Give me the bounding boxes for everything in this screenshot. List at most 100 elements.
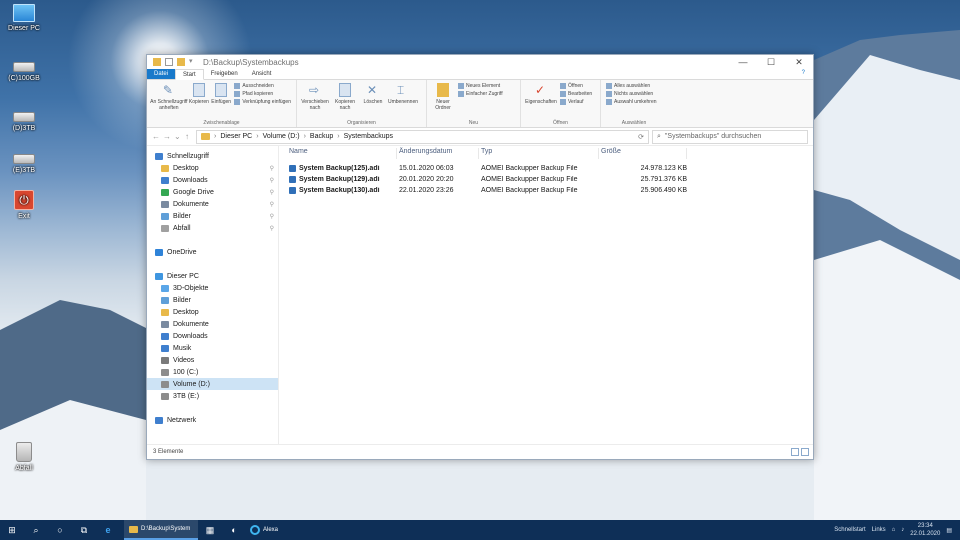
window-controls: — ☐ ✕: [729, 57, 813, 68]
breadcrumb-volume-d[interactable]: Volume (D:): [263, 133, 300, 140]
address-bar[interactable]: › Dieser PC › Volume (D:) › Backup › Sys…: [196, 129, 649, 144]
breadcrumb-backup[interactable]: Backup: [310, 133, 333, 140]
sidebar-item[interactable]: Schnellzugriff: [147, 150, 278, 162]
cut-button[interactable]: Ausschneiden: [234, 83, 291, 89]
task-view-button[interactable]: ⧉: [72, 520, 96, 540]
desktop-icon-drive-e[interactable]: (E)3TB: [4, 148, 44, 174]
edge-icon[interactable]: e: [96, 520, 120, 540]
sidebar-item[interactable]: Volume (D:): [147, 378, 278, 390]
desktop-icon-label: Abfall: [15, 465, 33, 472]
desktop-icon-drive-d[interactable]: (D)3TB: [4, 106, 44, 132]
edit-icon: [560, 91, 566, 97]
desktop-icon-exit[interactable]: ⏻ Exit: [4, 190, 44, 220]
sidebar-item-label: Dokumente: [173, 320, 209, 328]
folder-icon[interactable]: [153, 58, 161, 66]
maximize-button[interactable]: ☐: [757, 57, 785, 68]
desktop-icon-recycle-bin[interactable]: Abfall: [4, 442, 44, 472]
select-none-button[interactable]: Nichts auswählen: [606, 91, 657, 97]
breadcrumb-systembackups[interactable]: Systembackups: [344, 133, 393, 140]
close-button[interactable]: ✕: [785, 57, 813, 68]
help-button[interactable]: ?: [794, 69, 813, 79]
sidebar-item-label: 100 (C:): [173, 368, 199, 376]
sidebar-item[interactable]: Desktop: [147, 306, 278, 318]
new-item-button[interactable]: Neues Element: [458, 83, 503, 89]
invert-selection-button[interactable]: Auswahl umkehren: [606, 99, 657, 105]
volume-icon[interactable]: ♪: [901, 527, 904, 533]
details-view-icon[interactable]: [791, 447, 799, 456]
quick-access-toolbar-label[interactable]: Schnellstart: [834, 527, 865, 533]
refresh-button[interactable]: ⟳: [638, 133, 648, 141]
links-toolbar-label[interactable]: Links: [872, 527, 886, 533]
drive-icon: [161, 392, 169, 400]
folder-icon: [201, 133, 210, 140]
minimize-button[interactable]: —: [729, 57, 757, 68]
sidebar-item[interactable]: Musik: [147, 342, 278, 354]
tab-start[interactable]: Start: [175, 69, 204, 80]
search-input[interactable]: ⌕ "Systembackups" durchsuchen: [652, 129, 808, 144]
tab-file[interactable]: Datei: [147, 69, 176, 79]
sidebar-item[interactable]: Desktop ⚲: [147, 162, 278, 174]
sidebar-item[interactable]: 3TB (E:): [147, 390, 278, 402]
customize-toolbar-icon[interactable]: ▾: [189, 58, 197, 66]
network-icon[interactable]: ⌂: [892, 527, 896, 533]
sidebar-item[interactable]: Netzwerk: [147, 414, 278, 426]
sidebar-item[interactable]: Abfall ⚲: [147, 222, 278, 234]
column-type[interactable]: Typ: [479, 148, 599, 159]
column-date[interactable]: Änderungsdatum: [397, 148, 479, 159]
cortana-button[interactable]: ○: [48, 520, 72, 540]
sidebar-item[interactable]: Downloads ⚲: [147, 174, 278, 186]
column-name[interactable]: Name: [287, 148, 397, 159]
pin-icon: ⚲: [269, 213, 274, 220]
file-row[interactable]: System Backup(130).adi 22.01.2020 23:26 AO…: [287, 185, 813, 196]
select-all-icon: [606, 83, 612, 89]
back-button[interactable]: ←: [152, 132, 160, 141]
desktop-icon-this-pc[interactable]: Dieser PC: [4, 4, 44, 32]
file-type-cell: AOMEI Backupper Backup File: [481, 176, 578, 183]
tab-view[interactable]: Ansicht: [245, 69, 279, 79]
sidebar-item[interactable]: 3D-Objekte: [147, 282, 278, 294]
sidebar-item[interactable]: Videos: [147, 354, 278, 366]
paste-shortcut-button[interactable]: Verknüpfung einfügen: [234, 99, 291, 105]
column-size[interactable]: Größe: [599, 148, 687, 159]
sidebar-item[interactable]: Dokumente: [147, 318, 278, 330]
sidebar-item[interactable]: OneDrive: [147, 246, 278, 258]
sidebar-item[interactable]: Bilder ⚲: [147, 210, 278, 222]
open-button[interactable]: Öffnen: [560, 83, 592, 89]
properties-icon[interactable]: [165, 58, 173, 66]
sidebar-item[interactable]: Dieser PC: [147, 270, 278, 282]
column-headers: Name Änderungsdatum Typ Größe: [287, 146, 813, 159]
forward-button[interactable]: →: [163, 132, 171, 141]
desktop-icon-drive-c[interactable]: (C)100GB: [4, 56, 44, 82]
sidebar-item[interactable]: Downloads: [147, 330, 278, 342]
alexa-button[interactable]: Alexa: [246, 525, 282, 535]
sidebar-item-label: OneDrive: [167, 248, 197, 256]
notification-icon[interactable]: ▤: [946, 527, 952, 534]
copy-path-button[interactable]: Pfad kopieren: [234, 91, 291, 97]
new-folder-icon[interactable]: [177, 58, 185, 66]
start-button[interactable]: ⊞: [0, 520, 24, 540]
new-folder-icon: [437, 83, 449, 97]
app-icon[interactable]: ◐: [222, 520, 246, 540]
clock[interactable]: 23:34 22.01.2020: [910, 522, 940, 538]
easy-access-button[interactable]: Einfacher Zugriff: [458, 91, 503, 97]
recent-locations-button[interactable]: ⌄: [174, 132, 182, 141]
file-row[interactable]: System Backup(125).adi 15.01.2020 06:03 AO…: [287, 163, 813, 174]
taskbar-explorer-app[interactable]: D:\Backup\System: [124, 520, 198, 540]
easy-access-label: Einfacher Zugriff: [466, 91, 503, 97]
group-organize: ⇨ Verschieben nach Kopieren nach ✕ Lösch…: [297, 80, 427, 127]
file-row[interactable]: System Backup(129).adi 20.01.2020 20:20 AO…: [287, 174, 813, 185]
search-button[interactable]: ⌕: [24, 520, 48, 540]
sidebar-item[interactable]: Google Drive ⚲: [147, 186, 278, 198]
breadcrumb-this-pc[interactable]: Dieser PC: [220, 133, 252, 140]
sidebar-item[interactable]: 100 (C:): [147, 366, 278, 378]
calendar-icon[interactable]: ▦: [198, 520, 222, 540]
edit-button[interactable]: Bearbeiten: [560, 91, 592, 97]
history-icon: [560, 99, 566, 105]
up-button[interactable]: ↑: [185, 132, 193, 141]
select-all-button[interactable]: Alles auswählen: [606, 83, 657, 89]
sidebar-item[interactable]: Bilder: [147, 294, 278, 306]
sidebar-item[interactable]: Dokumente ⚲: [147, 198, 278, 210]
large-icons-view-icon[interactable]: [801, 447, 809, 456]
history-button[interactable]: Verlauf: [560, 99, 592, 105]
tab-share[interactable]: Freigeben: [204, 69, 245, 79]
